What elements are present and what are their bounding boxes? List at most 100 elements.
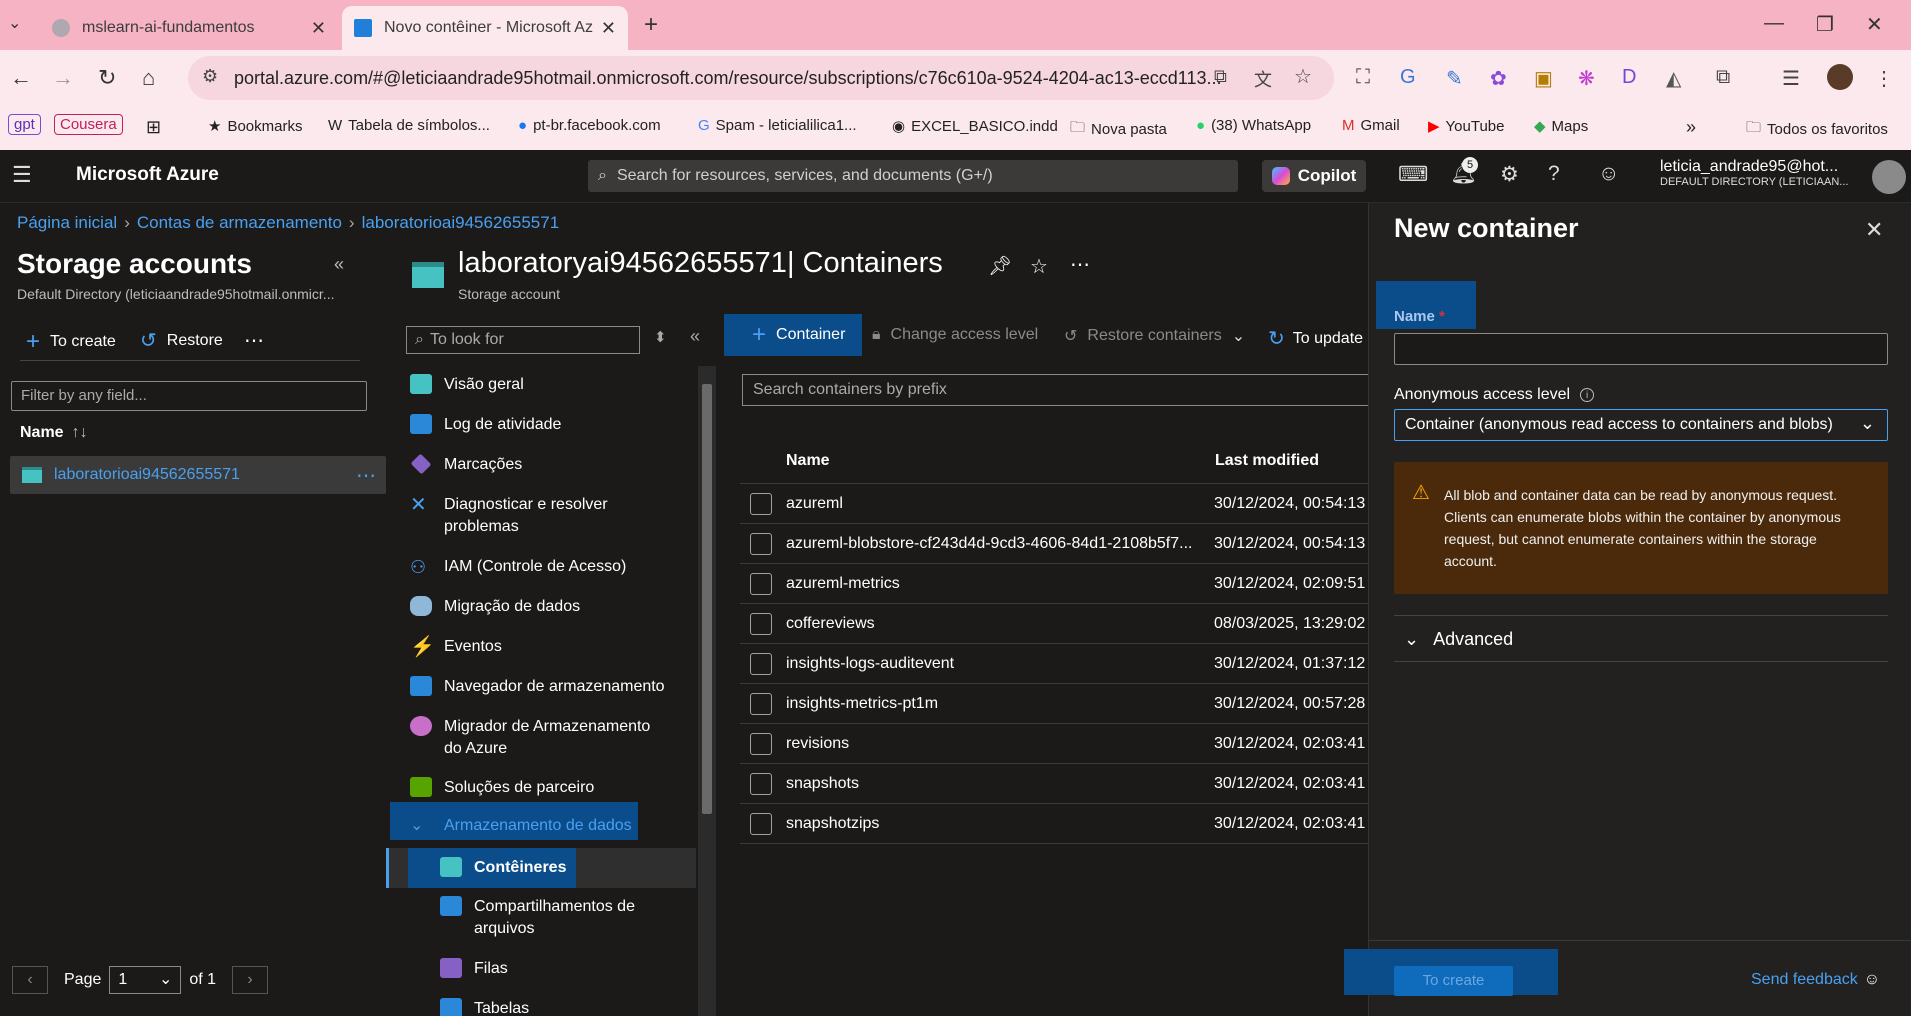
last-modified-column-header[interactable]: Last modified bbox=[1215, 452, 1319, 470]
advanced-toggle[interactable]: ⌄ Advanced bbox=[1394, 629, 1513, 650]
back-icon[interactable]: ← bbox=[10, 65, 32, 91]
menu-item-partner-solutions[interactable]: Soluções de parceiro bbox=[410, 777, 594, 799]
bookmark-maps[interactable]: ◆ Maps bbox=[1534, 117, 1588, 136]
media-control-icon[interactable]: ☰ bbox=[1782, 66, 1800, 91]
more-icon[interactable]: ⋯ bbox=[356, 463, 376, 488]
user-account[interactable]: leticia_andrade95@hot... DEFAULT DIRECTO… bbox=[1660, 158, 1860, 188]
feedback-icon[interactable]: ☺ bbox=[1598, 162, 1619, 186]
extension-brain-icon[interactable]: ❋ bbox=[1578, 66, 1595, 91]
container-search-input[interactable]: Search containers by prefix bbox=[742, 374, 1368, 406]
bookmark-youtube[interactable]: ▶ YouTube bbox=[1428, 117, 1505, 136]
container-name[interactable]: azureml bbox=[786, 495, 1214, 513]
row-checkbox[interactable] bbox=[750, 692, 772, 715]
user-avatar[interactable] bbox=[1872, 160, 1906, 194]
hamburger-icon[interactable]: ☰ bbox=[12, 162, 32, 188]
extensions-icon[interactable]: ⧉ bbox=[1716, 66, 1730, 89]
menu-item-file-shares[interactable]: Compartilhamentos de arquivos bbox=[440, 896, 680, 940]
create-container-button[interactable]: To create bbox=[1394, 966, 1513, 996]
row-checkbox[interactable] bbox=[750, 732, 772, 755]
global-search[interactable]: ⌕ Search for resources, services, and do… bbox=[588, 160, 1238, 192]
minimize-icon[interactable]: — bbox=[1764, 12, 1784, 35]
table-row[interactable]: coffereviews 08/03/2025, 13:29:02 bbox=[740, 604, 1368, 644]
breadcrumb-home[interactable]: Página inicial bbox=[17, 213, 117, 232]
table-row[interactable]: snapshots 30/12/2024, 02:03:41 bbox=[740, 764, 1368, 804]
menu-item-events[interactable]: ⚡ Eventos bbox=[410, 636, 502, 658]
menu-item-storage-mover[interactable]: Migrador de Armazenamento do Azure bbox=[410, 716, 660, 760]
container-name[interactable]: insights-metrics-pt1m bbox=[786, 695, 1214, 713]
table-row[interactable]: revisions 30/12/2024, 02:03:41 bbox=[740, 724, 1368, 764]
star-icon[interactable]: ☆ bbox=[1294, 64, 1312, 89]
close-icon[interactable]: ✕ bbox=[311, 18, 326, 39]
menu-dots-icon[interactable]: ⋮ bbox=[1874, 66, 1894, 91]
bookmark-todos[interactable]: 🗀 Todos os favoritos bbox=[1746, 117, 1888, 142]
sort-icon[interactable]: ⬍ bbox=[654, 328, 667, 346]
row-checkbox[interactable] bbox=[750, 812, 772, 835]
row-checkbox[interactable] bbox=[750, 612, 772, 635]
bookmark-gmail[interactable]: M Gmail bbox=[1342, 117, 1400, 134]
bookmark-whatsapp[interactable]: ● (38) WhatsApp bbox=[1196, 117, 1311, 134]
menu-item-data-migration[interactable]: Migração de dados bbox=[410, 596, 580, 618]
table-row[interactable]: azureml-metrics 30/12/2024, 02:09:51 bbox=[740, 564, 1368, 604]
container-name[interactable]: azureml-blobstore-cf243d4d-9cd3-4606-84d… bbox=[786, 535, 1214, 553]
bookmark-facebook[interactable]: ● pt-br.facebook.com bbox=[518, 117, 661, 134]
translate-icon[interactable]: 文 bbox=[1254, 66, 1272, 92]
container-name-input[interactable] bbox=[1394, 333, 1888, 365]
browser-tab-1[interactable]: mslearn-ai-fundamentos ✕ bbox=[40, 6, 338, 50]
extension-folder-icon[interactable]: ▣ bbox=[1534, 66, 1553, 91]
close-icon[interactable]: ✕ bbox=[601, 18, 616, 39]
row-checkbox[interactable] bbox=[750, 772, 772, 795]
change-access-button[interactable]: 🔒︎ Change access level bbox=[872, 326, 1038, 344]
menu-item-queues[interactable]: Filas bbox=[440, 958, 508, 980]
storage-account-row[interactable]: laboratorioai94562655571 ⋯ bbox=[10, 456, 386, 494]
more-icon[interactable]: ⋯ bbox=[244, 328, 264, 353]
bookmark-excel[interactable]: ◉ EXCEL_BASICO.indd bbox=[892, 117, 1058, 136]
scrollbar-thumb[interactable] bbox=[702, 384, 712, 814]
reload-icon[interactable]: ↻ bbox=[98, 65, 116, 91]
bookmark-nova-pasta[interactable]: 🗀 Nova pasta bbox=[1070, 117, 1167, 142]
close-icon[interactable]: ✕ bbox=[1865, 217, 1883, 243]
puzzle-color-icon[interactable]: ✿ bbox=[1490, 66, 1507, 91]
menu-scrollbar[interactable] bbox=[698, 366, 716, 1016]
container-name[interactable]: azureml-metrics bbox=[786, 575, 1214, 593]
menu-item-containers[interactable]: Contêineres bbox=[440, 857, 566, 879]
profile-avatar[interactable] bbox=[1827, 64, 1853, 90]
collapse-icon[interactable]: « bbox=[334, 254, 344, 275]
bookmark-tabela[interactable]: W Tabela de símbolos... bbox=[328, 117, 490, 134]
container-name[interactable]: snapshots bbox=[786, 775, 1214, 793]
menu-item-storage-browser[interactable]: Navegador de armazenamento bbox=[410, 676, 665, 698]
prev-page-icon[interactable]: ‹ bbox=[12, 966, 48, 994]
table-row[interactable]: azureml 30/12/2024, 00:54:13 bbox=[740, 484, 1368, 524]
screenshot-icon[interactable]: ⛶ bbox=[1356, 66, 1370, 89]
info-icon[interactable]: i bbox=[1580, 388, 1595, 402]
close-window-icon[interactable]: ✕ bbox=[1866, 12, 1883, 37]
copilot-button[interactable]: Copilot bbox=[1262, 160, 1366, 192]
pin-icon[interactable]: 📌︎ bbox=[988, 254, 1012, 278]
next-page-icon[interactable]: › bbox=[232, 966, 269, 994]
table-row[interactable]: insights-logs-auditevent 30/12/2024, 01:3… bbox=[740, 644, 1368, 684]
menu-item-overview[interactable]: Visão geral bbox=[410, 374, 524, 396]
pen-icon[interactable]: ✎ bbox=[1446, 66, 1463, 91]
browser-tab-2[interactable]: Novo contêiner - Microsoft Azu ✕ bbox=[342, 6, 628, 50]
menu-group-data-storage[interactable]: ⌄ Armazenamento de dados bbox=[410, 815, 632, 837]
menu-item-activity-log[interactable]: Log de atividade bbox=[410, 414, 561, 436]
help-icon[interactable]: ? bbox=[1548, 162, 1560, 186]
menu-search-input[interactable]: ⌕ To look for bbox=[406, 326, 640, 354]
container-name[interactable]: snapshotzips bbox=[786, 815, 1214, 833]
filter-input[interactable]: Filter by any field... bbox=[11, 381, 367, 411]
storage-account-link[interactable]: laboratorioai94562655571 bbox=[54, 466, 240, 484]
url-bar[interactable]: ⚙ portal.azure.com/#@leticiaandrade95hot… bbox=[188, 56, 1334, 100]
favorite-star-icon[interactable]: ☆ bbox=[1030, 254, 1048, 279]
page-select[interactable]: 1 ⌄ bbox=[109, 966, 182, 994]
breadcrumb-account[interactable]: laboratorioai94562655571 bbox=[362, 213, 560, 232]
bookmark-gpt[interactable]: gpt bbox=[8, 114, 41, 135]
row-checkbox[interactable] bbox=[750, 492, 772, 515]
menu-item-iam[interactable]: ⚇ IAM (Controle de Acesso) bbox=[410, 556, 626, 578]
extension-tag-icon[interactable]: ◭ bbox=[1666, 66, 1681, 91]
bookmark-bookmarks[interactable]: ★ Bookmarks bbox=[208, 117, 302, 136]
apps-grid-icon[interactable]: ⊞ bbox=[146, 117, 161, 138]
access-level-select[interactable]: Container (anonymous read access to cont… bbox=[1394, 409, 1888, 441]
refresh-button[interactable]: ↻ To update bbox=[1268, 326, 1368, 351]
name-column-header[interactable]: Name bbox=[786, 452, 830, 470]
bookmark-cousera[interactable]: Cousera bbox=[54, 114, 123, 135]
container-name[interactable]: insights-logs-auditevent bbox=[786, 655, 1214, 673]
